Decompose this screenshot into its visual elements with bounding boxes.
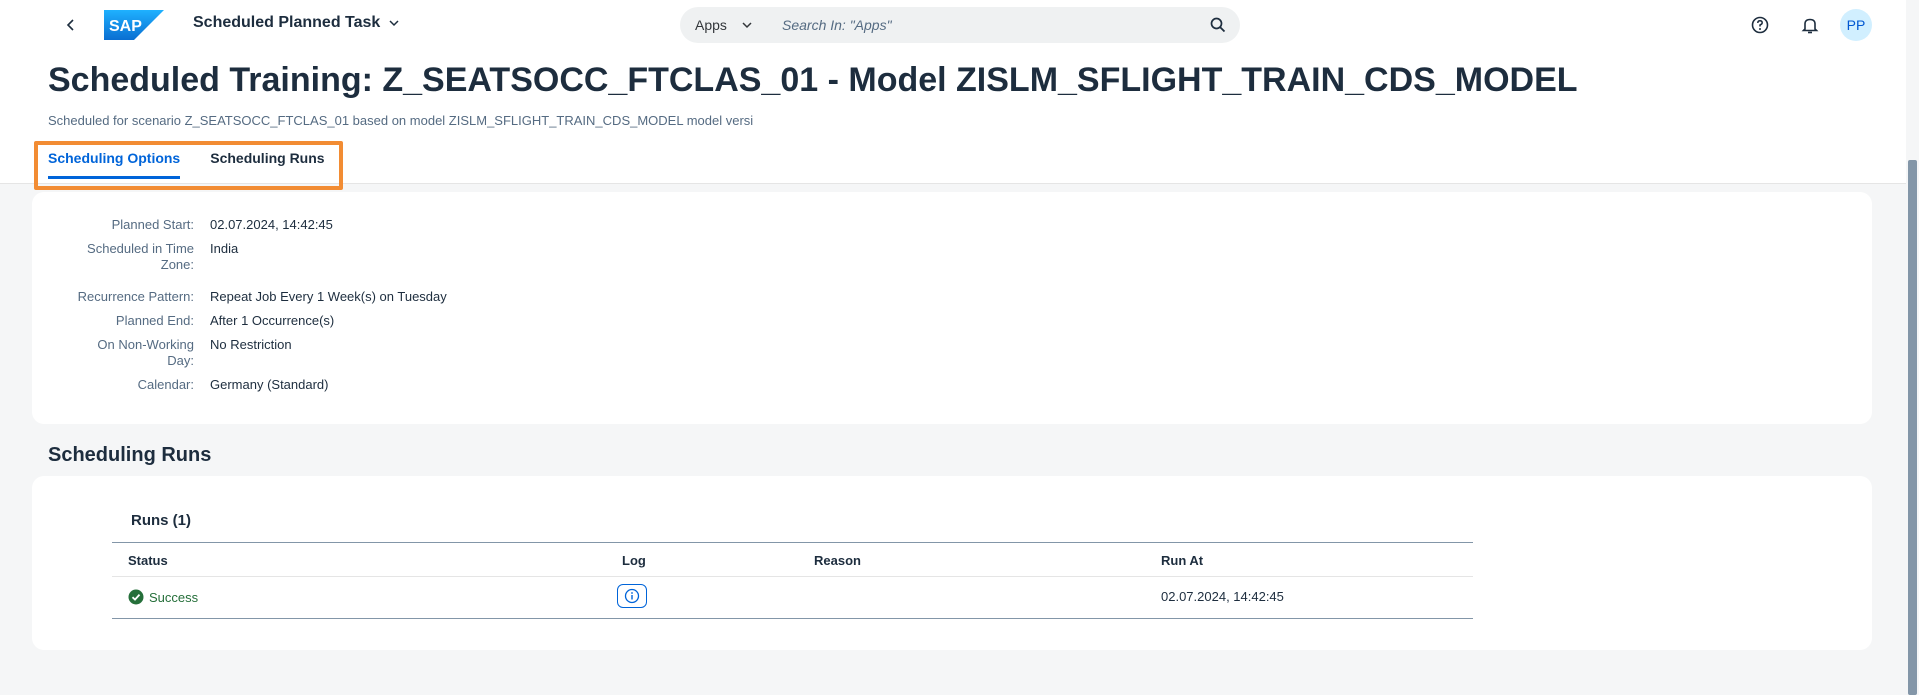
- avatar[interactable]: PP: [1840, 9, 1872, 41]
- column-header-log: Log: [622, 553, 646, 568]
- field-time-zone: Scheduled in Time Zone: India: [32, 241, 238, 273]
- scrollbar-thumb[interactable]: [1908, 160, 1917, 695]
- search-scope-label: Apps: [695, 17, 727, 33]
- column-header-reason: Reason: [814, 553, 861, 568]
- table-header-separator: [112, 576, 1473, 577]
- field-planned-end: Planned End: After 1 Occurrence(s): [32, 313, 334, 329]
- log-button[interactable]: [617, 584, 647, 608]
- search-icon[interactable]: [1196, 17, 1240, 33]
- field-non-working-day: On Non-Working Day: No Restriction: [32, 337, 292, 369]
- field-label: Calendar:: [137, 377, 194, 392]
- search-bar: Apps Search In: "Apps": [680, 7, 1240, 43]
- field-label: Planned End:: [115, 313, 194, 328]
- scheduling-options-card: Planned Start: 02.07.2024, 14:42:45 Sche…: [32, 192, 1872, 424]
- field-label: Recurrence Pattern:: [77, 289, 194, 304]
- field-label: On Non-Working Day:: [97, 337, 194, 368]
- page-subtitle: Scheduled for scenario Z_SEATSOCC_FTCLAS…: [48, 113, 754, 128]
- run-at-cell: 02.07.2024, 14:42:45: [1161, 589, 1284, 604]
- chevron-down-icon: [742, 22, 752, 29]
- table-bottom-border: [112, 618, 1473, 619]
- field-value: After 1 Occurrence(s): [210, 313, 335, 328]
- chevron-down-icon: [389, 20, 399, 27]
- shell-bar: SAP Scheduled Planned Task Apps Search I…: [0, 0, 1919, 50]
- runs-table-title: Runs (1): [131, 512, 191, 529]
- back-icon[interactable]: [60, 14, 82, 36]
- section-title-scheduling-runs: Scheduling Runs: [48, 444, 212, 466]
- field-label: Scheduled in Time Zone:: [87, 241, 194, 272]
- info-icon: [624, 588, 640, 604]
- help-icon[interactable]: [1749, 14, 1771, 36]
- column-header-run-at: Run At: [1161, 553, 1204, 568]
- field-value: No Restriction: [210, 337, 292, 352]
- field-value: Germany (Standard): [210, 377, 329, 392]
- field-value: 02.07.2024, 14:42:45: [210, 217, 333, 232]
- page-title: Scheduled Training: Z_SEATSOCC_FTCLAS_01…: [48, 61, 1578, 99]
- table-header-top-border: [112, 542, 1473, 543]
- app-title-menu[interactable]: Scheduled Planned Task: [193, 14, 400, 32]
- tab-highlight-box: [34, 141, 343, 190]
- sap-logo[interactable]: SAP: [104, 10, 164, 40]
- scheduling-runs-card: Runs (1) Status Log Reason Run At Succes…: [32, 476, 1872, 650]
- field-recurrence: Recurrence Pattern: Repeat Job Every 1 W…: [32, 289, 447, 305]
- app-title: Scheduled Planned Task: [193, 14, 381, 31]
- status-cell: Success: [128, 589, 198, 605]
- field-calendar: Calendar: Germany (Standard): [32, 377, 329, 393]
- search-scope-select[interactable]: Apps: [680, 7, 768, 43]
- field-value: India: [210, 241, 239, 256]
- svg-text:SAP: SAP: [109, 18, 142, 35]
- search-input[interactable]: Search In: "Apps": [768, 17, 1196, 33]
- field-planned-start: Planned Start: 02.07.2024, 14:42:45: [32, 217, 333, 233]
- bell-icon[interactable]: [1799, 14, 1821, 36]
- field-value: Repeat Job Every 1 Week(s) on Tuesday: [210, 289, 447, 304]
- success-icon: [128, 589, 144, 605]
- page-scrollbar[interactable]: [1906, 0, 1919, 695]
- field-label: Planned Start:: [111, 217, 194, 232]
- status-text: Success: [149, 589, 199, 605]
- column-header-status: Status: [128, 553, 168, 568]
